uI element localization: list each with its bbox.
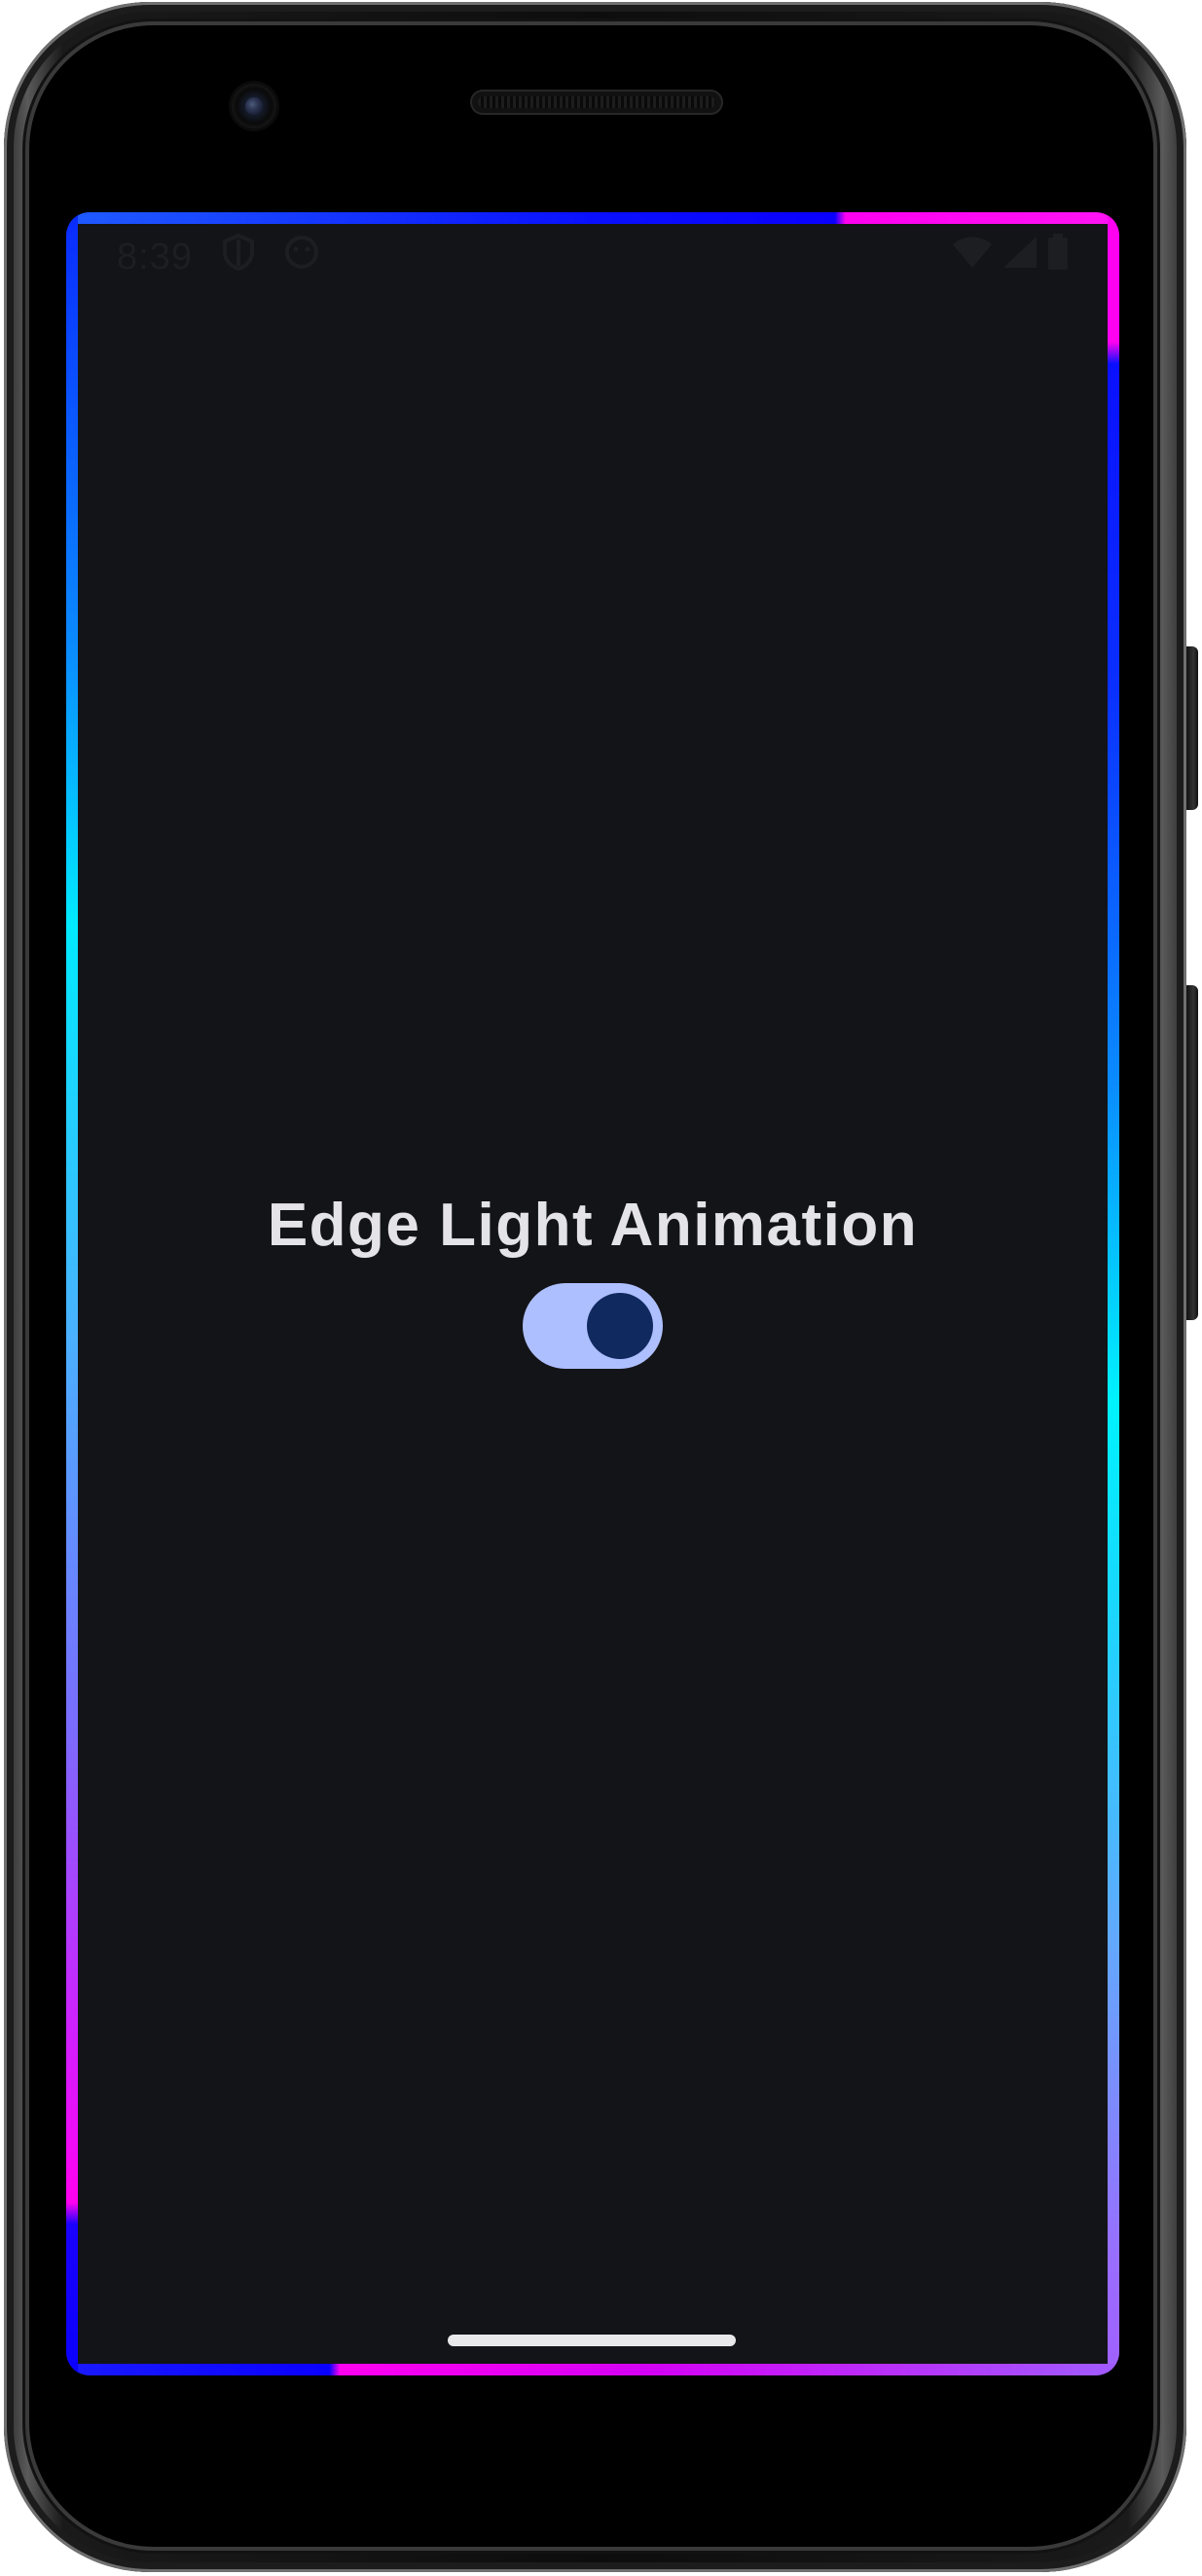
edge-light-bottom	[66, 2364, 1119, 2375]
shield-icon	[222, 233, 255, 280]
main-content: Edge Light Animation	[66, 1196, 1119, 1369]
toggle-thumb[interactable]	[587, 1293, 653, 1359]
home-indicator[interactable]	[448, 2335, 736, 2346]
phone-device: 8:39 Edge Light Animation	[0, 0, 1202, 2576]
status-bar: 8:39	[117, 228, 1069, 286]
status-icons-right	[952, 234, 1069, 280]
power-button[interactable]	[1186, 646, 1198, 810]
edge-light-top	[66, 212, 1119, 224]
wifi-icon	[952, 236, 993, 278]
front-camera	[232, 84, 276, 129]
volume-button[interactable]	[1186, 985, 1198, 1320]
app-screen: 8:39 Edge Light Animation	[66, 212, 1119, 2375]
edge-light-toggle[interactable]	[523, 1283, 663, 1369]
status-time: 8:39	[117, 236, 193, 277]
earpiece-speaker	[470, 90, 723, 115]
page-title: Edge Light Animation	[267, 1192, 919, 1259]
face-icon	[284, 235, 319, 279]
signal-icon	[1002, 236, 1038, 278]
battery-icon	[1047, 234, 1069, 280]
